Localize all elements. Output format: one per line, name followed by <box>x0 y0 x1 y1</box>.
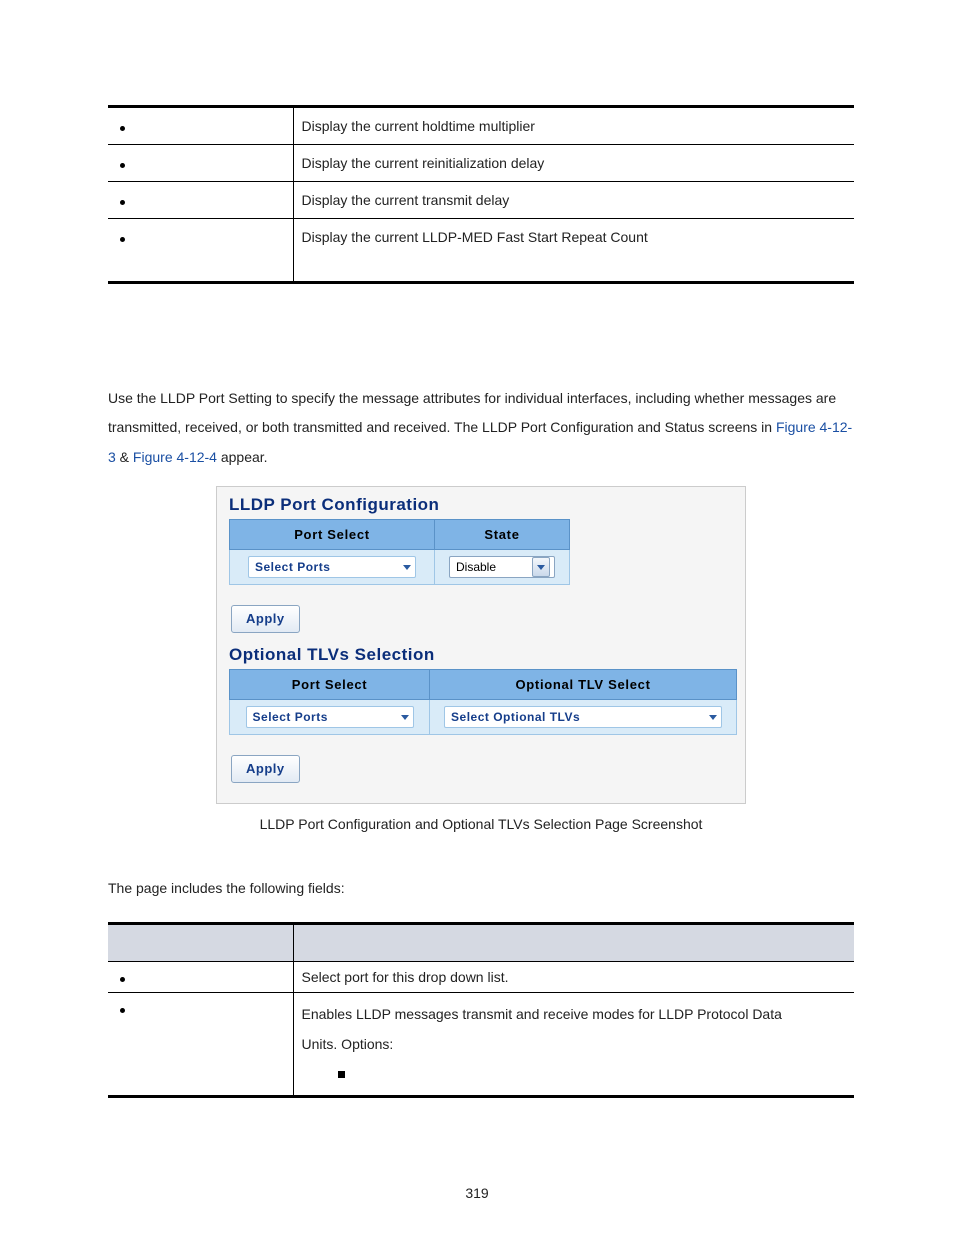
port-config-table: Port Select State Select Ports Disable <box>229 519 570 585</box>
holdtime-table: Display the current holdtime multiplier … <box>108 105 854 284</box>
bullet-icon <box>120 977 125 982</box>
square-bullet-icon <box>338 1071 345 1078</box>
port-select-dropdown[interactable]: Select Ports <box>248 556 416 578</box>
table-row: Enables LLDP messages transmit and recei… <box>293 993 854 1097</box>
chevron-down-icon <box>709 715 717 720</box>
state-dropdown[interactable]: Disable <box>449 556 555 578</box>
bullet-icon <box>120 237 125 242</box>
bullet-icon <box>120 200 125 205</box>
table-row: Display the current holdtime multiplier <box>293 107 854 145</box>
table-row: Select port for this drop down list. <box>293 962 854 993</box>
page-number: 319 <box>0 1185 954 1201</box>
fields-table-header-col2 <box>293 924 854 962</box>
bullet-icon <box>120 1008 125 1013</box>
panel-heading-tlv: Optional TLVs Selection <box>229 645 737 665</box>
table-row: Display the current reinitialization del… <box>293 145 854 182</box>
panel-heading-port-config: LLDP Port Configuration <box>229 495 737 515</box>
figure-caption: LLDP Port Configuration and Optional TLV… <box>108 816 854 832</box>
fields-table-header-col1 <box>108 924 293 962</box>
chevron-down-icon <box>403 565 411 570</box>
th-state: State <box>435 520 570 550</box>
fields-table: Select port for this drop down list. Ena… <box>108 922 854 1098</box>
apply-button[interactable]: Apply <box>231 605 300 633</box>
table-row: Display the current transmit delay <box>293 182 854 219</box>
chevron-down-icon <box>537 565 545 570</box>
fields-intro: The page includes the following fields: <box>108 880 854 896</box>
chevron-down-icon <box>401 715 409 720</box>
bullet-icon <box>120 126 125 131</box>
optional-tlv-dropdown[interactable]: Select Optional TLVs <box>444 706 722 728</box>
th-port-select: Port Select <box>230 670 430 700</box>
tlv-port-select-dropdown[interactable]: Select Ports <box>246 706 414 728</box>
lldp-port-config-panel: LLDP Port Configuration Port Select Stat… <box>216 486 746 804</box>
table-row: Display the current LLDP-MED Fast Start … <box>293 219 854 283</box>
intro-paragraph: Use the LLDP Port Setting to specify the… <box>108 384 854 472</box>
th-tlv-select: Optional TLV Select <box>430 670 737 700</box>
bullet-icon <box>120 163 125 168</box>
figure-link-4-12-4[interactable]: Figure 4-12-4 <box>133 449 217 465</box>
apply-button[interactable]: Apply <box>231 755 300 783</box>
tlv-selection-table: Port Select Optional TLV Select Select P… <box>229 669 737 735</box>
th-port-select: Port Select <box>230 520 435 550</box>
